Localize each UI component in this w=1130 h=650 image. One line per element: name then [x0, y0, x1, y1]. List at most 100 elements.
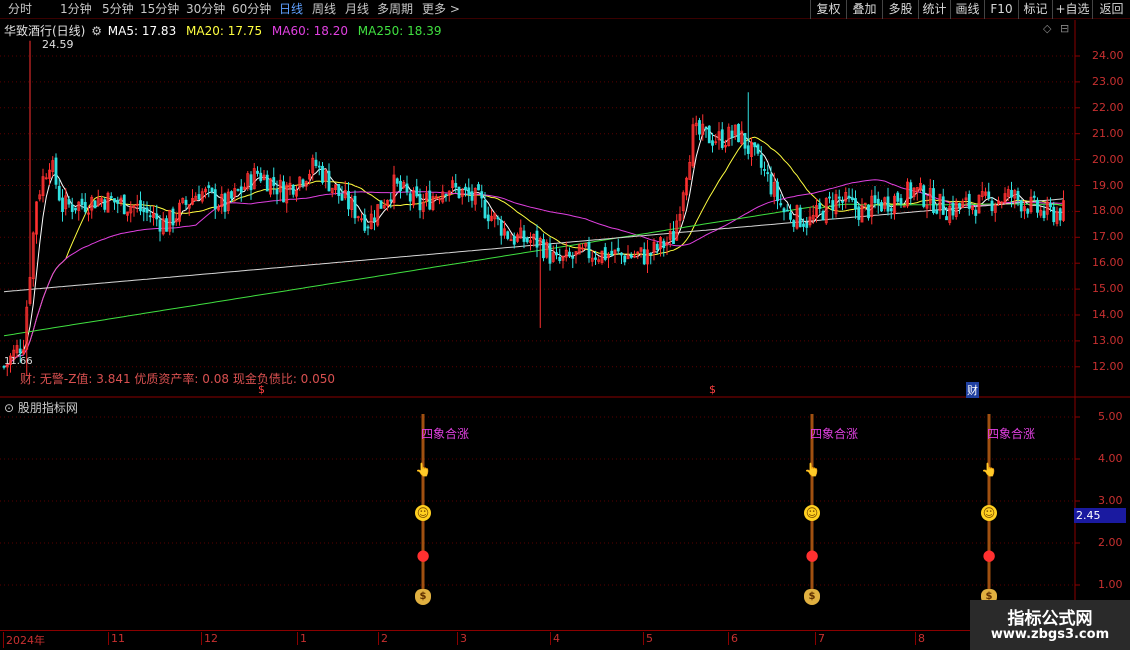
- candle-body: [184, 199, 188, 205]
- candle-body: [909, 182, 913, 199]
- candle-body: [405, 183, 409, 193]
- low-price-marker: 11.66: [4, 356, 33, 367]
- pointing-hand-icon: 👆: [981, 463, 998, 479]
- candle-body: [148, 215, 152, 218]
- candle-body: [486, 214, 490, 222]
- financial-info-line: 财: 无警-Z值: 3.841 优质资产率: 0.08 现金负债比: 0.050: [20, 372, 336, 386]
- tab-weekly[interactable]: 周线: [312, 1, 336, 18]
- candle-body: [896, 192, 900, 202]
- candle-body: [821, 211, 825, 221]
- pointing-hand-icon: 👆: [804, 463, 821, 479]
- tab-60min[interactable]: 60分钟: [232, 1, 271, 18]
- back-button[interactable]: 返回: [1092, 0, 1130, 19]
- date-label: 12: [201, 632, 218, 645]
- candle-body: [642, 249, 646, 265]
- indicator-tick-label: 5.00: [1098, 410, 1123, 423]
- candle-body: [499, 219, 503, 236]
- tab-monthly[interactable]: 月线: [345, 1, 369, 18]
- period-toolbar: 分时 1分钟 5分钟 15分钟 30分钟 60分钟 日线 周线 月线 多周期 更…: [0, 0, 1130, 19]
- indicator-collapse-icon[interactable]: ⊙: [4, 401, 14, 415]
- candle-body: [873, 195, 877, 204]
- tab-1min[interactable]: 1分钟: [60, 1, 92, 18]
- candle-body: [610, 250, 614, 256]
- candle-body: [139, 200, 142, 212]
- price-tick-label: 23.00: [1092, 74, 1124, 88]
- candle-body: [142, 208, 146, 213]
- price-tick-label: 19.00: [1092, 178, 1124, 192]
- signal-label: 四象合涨: [810, 427, 859, 441]
- date-label: 5: [643, 632, 653, 645]
- candle-body: [958, 203, 961, 208]
- indicator-tick-label: 2.00: [1098, 536, 1123, 549]
- candle-body: [1010, 189, 1013, 198]
- price-tick-label: 18.00: [1092, 204, 1124, 218]
- candle-body: [1016, 191, 1020, 201]
- add-watchlist-button[interactable]: +自选: [1052, 0, 1092, 19]
- candle-body: [759, 154, 763, 168]
- current-value-badge: 2.45: [1074, 508, 1126, 523]
- indicator-tick-label: 4.00: [1098, 452, 1123, 465]
- statistics-button[interactable]: 统计: [918, 0, 950, 19]
- stock-name: 华致酒行(日线): [4, 24, 86, 38]
- candle-body: [210, 187, 214, 192]
- candle-body: [792, 220, 796, 227]
- candle-body: [571, 256, 575, 259]
- candle-body: [464, 186, 467, 191]
- moving-average-lines: [3, 126, 1064, 368]
- ma5-label: MA5: 17.83: [107, 24, 177, 38]
- overlay-button[interactable]: 叠加: [846, 0, 882, 19]
- candle-body: [945, 216, 948, 221]
- tab-30min[interactable]: 30分钟: [186, 1, 225, 18]
- ma20-line: [3, 136, 1064, 368]
- price-tick-label: 17.00: [1092, 230, 1124, 244]
- candle-body: [831, 200, 835, 211]
- tab-5min[interactable]: 5分钟: [102, 1, 134, 18]
- candlestick-chart[interactable]: [0, 20, 1130, 398]
- candle-body: [213, 189, 217, 210]
- candle-body: [711, 140, 714, 146]
- candle-body: [587, 242, 591, 259]
- tab-15min[interactable]: 15分钟: [140, 1, 179, 18]
- ma60-line: [3, 179, 1064, 368]
- candle-body: [535, 230, 539, 248]
- settings-gear-icon[interactable]: ⚙: [91, 24, 102, 38]
- price-tick-label: 12.00: [1092, 359, 1124, 373]
- candle-body: [239, 186, 243, 193]
- candle-body: [655, 243, 659, 250]
- candle-body: [857, 206, 861, 220]
- candle-body: [155, 213, 159, 220]
- tab-daily[interactable]: 日线: [279, 1, 303, 18]
- price-tick-label: 21.00: [1092, 126, 1124, 140]
- candle-body: [477, 184, 480, 191]
- multi-stock-button[interactable]: 多股: [882, 0, 918, 19]
- candle-body: [418, 193, 422, 211]
- candle-body: [753, 142, 757, 148]
- date-label: 2024年: [3, 632, 45, 648]
- tab-fenshi[interactable]: 分时: [8, 1, 32, 18]
- candle-body: [314, 159, 318, 166]
- red-ball-icon: ●: [982, 546, 996, 565]
- f10-button[interactable]: F10: [984, 0, 1018, 19]
- candle-body: [594, 257, 597, 260]
- indicator-tick-label: 1.00: [1098, 578, 1123, 591]
- candle-body: [301, 179, 305, 186]
- restore-rights-button[interactable]: 复权: [810, 0, 846, 19]
- diamond-icon[interactable]: ◇: [1043, 22, 1051, 35]
- tab-more[interactable]: 更多 >: [422, 1, 460, 18]
- tab-multi-period[interactable]: 多周期: [377, 1, 413, 18]
- draw-line-button[interactable]: 画线: [950, 0, 984, 19]
- smiley-icon: ☺: [804, 505, 820, 522]
- candle-body: [542, 239, 545, 259]
- event-tag-dividend-1[interactable]: $: [258, 383, 265, 396]
- collapse-icon[interactable]: ⊟: [1060, 22, 1069, 35]
- candle-body: [57, 185, 61, 201]
- indicator-chart[interactable]: [0, 398, 1130, 630]
- candle-body: [990, 200, 994, 212]
- candle-body: [379, 200, 383, 209]
- candle-body: [769, 174, 773, 195]
- event-tag-finance[interactable]: 财: [966, 382, 979, 398]
- mark-button[interactable]: 标记: [1018, 0, 1052, 19]
- candle-body: [197, 194, 201, 200]
- candle-body: [837, 196, 841, 199]
- event-tag-dividend-2[interactable]: $: [709, 383, 716, 396]
